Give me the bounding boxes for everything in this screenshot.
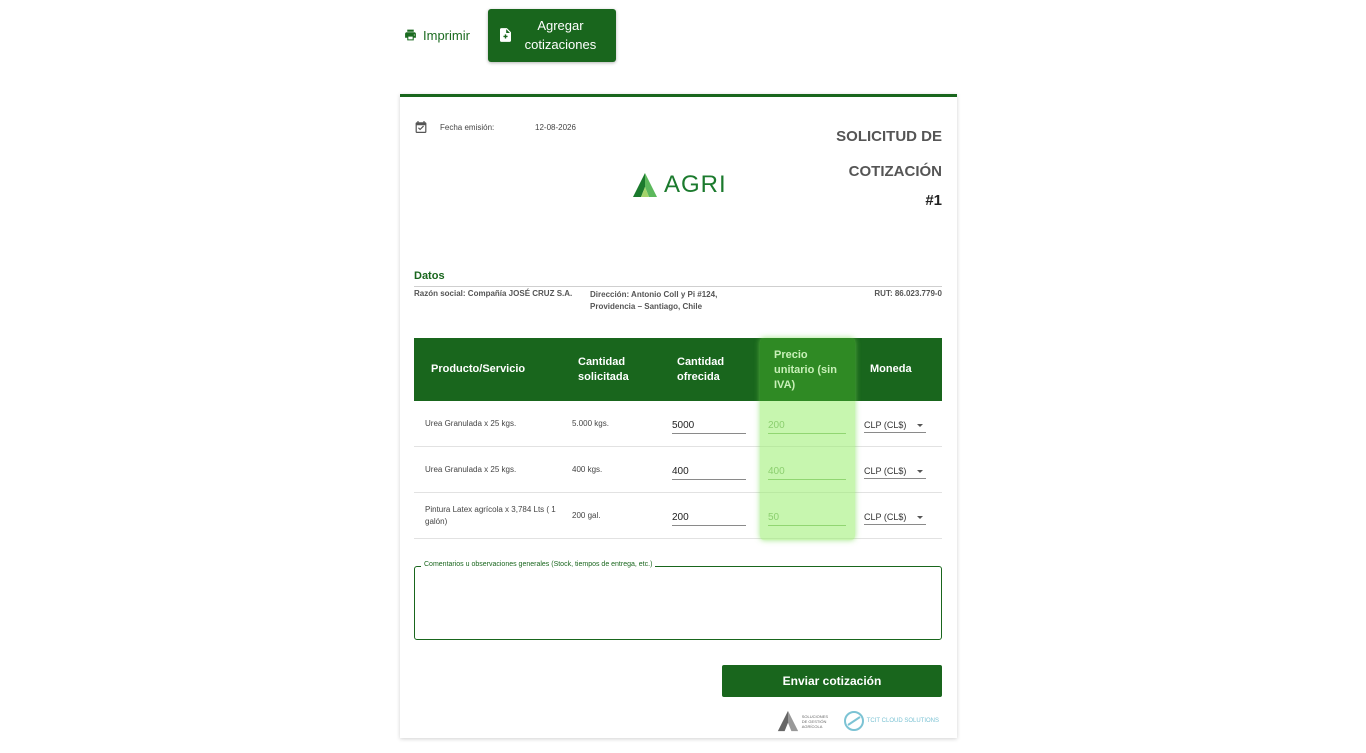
caret-down-icon <box>917 423 923 427</box>
issue-date-label: Fecha emisión: <box>440 122 495 132</box>
cantidad-ofrecida-input[interactable] <box>672 459 746 480</box>
send-quote-button[interactable]: Enviar cotización <box>722 665 942 697</box>
cell-producto: Urea Granulada x 25 kgs. <box>425 464 517 474</box>
direccion-line-1: Dirección: Antonio Coll y Pi #124, <box>590 290 718 299</box>
title-line-1: SOLICITUD DE <box>836 128 942 145</box>
highlighted-precio-header: Precio unitario (sin IVA) <box>760 338 855 401</box>
table-row: Urea Granulada x 25 kgs. 400 kgs. CLP (C… <box>414 447 942 493</box>
precio-unitario-input[interactable] <box>768 505 846 526</box>
agri-logo-text: AGRI <box>664 171 727 198</box>
quote-request-card: Fecha emisión: 12-08-2026 SOLICITUD DE C… <box>400 94 957 738</box>
moneda-value: CLP (CL$) <box>864 420 907 430</box>
moneda-value: CLP (CL$) <box>864 466 907 476</box>
cell-producto: Urea Granulada x 25 kgs. <box>425 418 517 428</box>
comments-label: Comentarios u observaciones generales (S… <box>421 561 656 568</box>
table-row: Urea Granulada x 25 kgs. 5.000 kgs. CLP … <box>414 401 942 447</box>
moneda-select[interactable]: CLP (CL$) <box>864 460 926 479</box>
precio-unitario-input[interactable] <box>768 413 846 434</box>
print-label: Imprimir <box>423 27 470 43</box>
header-producto: Producto/Servicio <box>431 363 526 375</box>
products-table: Producto/Servicio Cantidad solicitada Ca… <box>414 338 942 539</box>
comments-textarea[interactable] <box>421 577 935 633</box>
title-line-2: COTIZACIÓN <box>848 163 942 180</box>
toolbar: Imprimir Agregar cotizaciones <box>400 8 616 62</box>
tcit-logo: TCIT CLOUD SOLUTIONS <box>843 711 939 731</box>
issue-date: Fecha emisión: 12-08-2026 <box>415 121 576 133</box>
cantidad-ofrecida-input[interactable] <box>672 413 746 434</box>
moneda-value: CLP (CL$) <box>864 512 907 522</box>
sga-logo-mark-icon <box>777 710 798 732</box>
footer-logos: SOLUCIONES DE GESTIÓN AGRÍCOLA TCIT CLOU… <box>777 710 939 732</box>
printer-icon <box>405 29 416 41</box>
header-cantidad-ofrecida: Cantidad ofrecida <box>677 355 725 383</box>
table-header: Producto/Servicio Cantidad solicitada Ca… <box>414 338 942 401</box>
rut: RUT: 86.023.779-0 <box>874 289 942 298</box>
table-row: Pintura Latex agrícola x 3,784 Lts ( 1 g… <box>414 493 942 539</box>
comments-field[interactable]: Comentarios u observaciones generales (S… <box>414 561 942 640</box>
datos-divider <box>414 286 942 287</box>
caret-down-icon <box>917 469 923 473</box>
cell-solicitada: 5.000 kgs. <box>572 419 609 428</box>
agri-logo-mark-icon <box>633 173 657 197</box>
caret-down-icon <box>917 515 923 519</box>
issue-date-value: 12-08-2026 <box>535 122 576 132</box>
agri-logo: AGRI <box>632 171 727 199</box>
cell-solicitada: 400 kgs. <box>572 465 603 474</box>
direccion-line-2: Providencia – Santiago, Chile <box>590 302 703 311</box>
header-cantidad-solicitada: Cantidad solicitada <box>578 355 629 383</box>
calendar-icon <box>415 121 427 133</box>
tcit-logo-mark-icon <box>843 711 864 731</box>
moneda-select[interactable]: CLP (CL$) <box>864 414 926 433</box>
add-quotes-label: Agregar cotizaciones <box>524 18 597 52</box>
cell-producto: Pintura Latex agrícola x 3,784 Lts ( 1 g… <box>425 504 556 526</box>
precio-unitario-input[interactable] <box>768 459 846 480</box>
tcit-logo-text: TCIT CLOUD SOLUTIONS <box>866 717 939 724</box>
header-moneda: Moneda <box>870 363 912 375</box>
razon-social: Razón social: Compañía JOSÉ CRUZ S.A. <box>414 289 573 298</box>
page-title: SOLICITUD DE COTIZACIÓN #1 <box>836 119 942 213</box>
moneda-select[interactable]: CLP (CL$) <box>864 506 926 525</box>
print-button[interactable]: Imprimir <box>400 17 474 53</box>
sga-logo: SOLUCIONES DE GESTIÓN AGRÍCOLA <box>777 710 834 732</box>
datos-section-title: Datos <box>414 270 445 282</box>
file-plus-icon <box>499 28 511 42</box>
request-number: #1 <box>925 192 942 209</box>
cantidad-ofrecida-input[interactable] <box>672 505 746 526</box>
cell-solicitada: 200 gal. <box>572 511 601 520</box>
add-quotes-button[interactable]: Agregar cotizaciones <box>487 8 616 62</box>
direccion: Dirección: Antonio Coll y Pi #124, Provi… <box>590 289 717 313</box>
sga-logo-text: SOLUCIONES DE GESTIÓN AGRÍCOLA <box>801 713 828 729</box>
